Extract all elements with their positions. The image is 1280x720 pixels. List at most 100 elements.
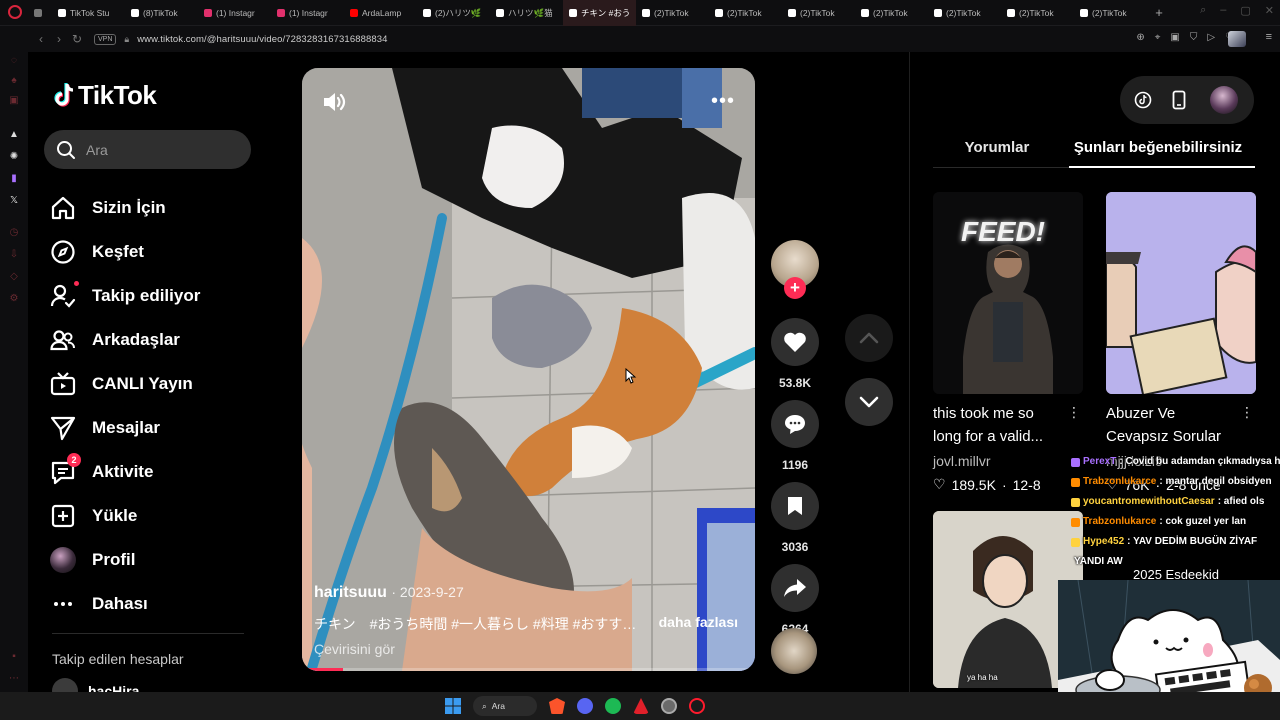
reload-button[interactable]: ↻ — [68, 32, 86, 46]
browser-tab[interactable]: ArdaLamp — [344, 0, 417, 26]
url-field[interactable]: www.tiktok.com/@haritsuuu/video/72832831… — [137, 34, 387, 45]
music-disc[interactable] — [771, 628, 817, 674]
sidebar-ai-icon[interactable]: ▲ — [7, 128, 21, 142]
nav-item-friends[interactable]: Arkadaşlar — [50, 318, 250, 362]
recommended-video-card[interactable]: FEED! this took me so long for a valid..… — [933, 192, 1083, 493]
browser-tab[interactable]: (2)TikTok — [928, 0, 1001, 26]
opera-logo-icon[interactable] — [8, 5, 22, 19]
browser-tab[interactable]: ハリツ🌿猫 — [490, 0, 563, 26]
lock-icon[interactable]: 🔒︎ — [124, 34, 129, 45]
video-thumbnail[interactable]: FEED! — [933, 192, 1083, 394]
like-button[interactable] — [771, 318, 819, 366]
browser-tab[interactable]: (1) Instagr — [271, 0, 344, 26]
volume-button[interactable] — [322, 90, 348, 119]
previous-video-button[interactable] — [845, 314, 893, 362]
see-translation-link[interactable]: Çevirisini gör — [314, 641, 744, 657]
video-player[interactable]: ••• haritsuuu · 2023-9-27 チキン #おうち時間 #一人… — [302, 68, 755, 671]
author-avatar[interactable]: + — [771, 240, 819, 299]
minimize-button[interactable]: – — [1220, 4, 1226, 17]
video-more-button[interactable]: ••• — [711, 90, 735, 113]
discord-icon[interactable] — [577, 698, 593, 714]
tiktok-main-nav: Sizin İçin Keşfet Takip ediliyor Arkadaş… — [50, 186, 250, 626]
video-progress-bar[interactable] — [302, 668, 755, 671]
browser-tab[interactable]: TikTok Stu — [52, 0, 125, 26]
forward-button[interactable]: › — [50, 32, 68, 46]
sidebar-history-icon[interactable]: ◷ — [7, 226, 21, 240]
sidebar-x-icon[interactable]: 𝕏 — [7, 194, 21, 208]
card-title[interactable]: this took me so long for a valid... — [933, 402, 1065, 448]
maximize-button[interactable]: ▢ — [1240, 4, 1250, 17]
sidebar-mail-icon[interactable]: ▣ — [7, 94, 21, 108]
video-thumbnail[interactable] — [1106, 192, 1256, 394]
browser-tab[interactable]: (2)TikTok — [782, 0, 855, 26]
app-triangle-icon[interactable] — [633, 698, 649, 714]
steam-icon[interactable] — [661, 698, 677, 714]
card-title[interactable]: Abuzer Ve Cevapsız Sorular — [1106, 402, 1238, 448]
browser-tab[interactable]: (2)TikTok — [709, 0, 782, 26]
nav-item-live[interactable]: CANLI Yayın — [50, 362, 250, 406]
snapshot-icon[interactable]: ▣ — [1170, 32, 1179, 43]
windows-start-icon[interactable] — [445, 698, 461, 714]
menu-icon[interactable]: ≡ — [1266, 31, 1272, 43]
nav-item-for-you[interactable]: Sizin İçin — [50, 186, 250, 230]
nav-item-upload[interactable]: Yükle — [50, 494, 250, 538]
browser-tab[interactable]: (2)TikTok — [1074, 0, 1147, 26]
taskbar-search[interactable]: ⌕ Ara — [473, 696, 537, 716]
follow-plus-button[interactable]: + — [784, 277, 806, 299]
new-tab-button[interactable]: + — [1151, 5, 1167, 21]
sidebar-settings-icon[interactable]: ⚙ — [7, 292, 21, 306]
nav-item-explore[interactable]: Keşfet — [50, 230, 250, 274]
tiktok-studio-icon[interactable] — [1132, 89, 1154, 111]
sidebar-chatgpt-icon[interactable]: ✺ — [7, 150, 21, 164]
card-author[interactable]: jovl.millvr — [933, 453, 1083, 469]
zoom-icon[interactable]: ⊕ — [1136, 32, 1144, 43]
browser-tab[interactable] — [30, 0, 52, 26]
search-input[interactable] — [86, 141, 226, 158]
tab-comments[interactable]: Yorumlar — [933, 128, 1061, 167]
browser-tab[interactable]: (1) Instagr — [198, 0, 271, 26]
browser-tab[interactable]: (2)TikTok — [855, 0, 928, 26]
card-more-icon[interactable]: ⋮ — [1067, 404, 1081, 421]
user-avatar[interactable] — [1210, 86, 1238, 114]
sidebar-twitch-icon[interactable]: ▮ — [7, 172, 21, 186]
browser-tab[interactable]: (2)TikTok — [636, 0, 709, 26]
share-button[interactable] — [771, 564, 819, 612]
recommended-video-card[interactable]: Abuzer Ve Cevapsız Sorular ⋮ mjjj.lolzi9… — [1106, 192, 1256, 493]
comment-button[interactable] — [771, 400, 819, 448]
sidebar-aria-icon[interactable]: ♠ — [7, 74, 21, 88]
nav-item-following[interactable]: Takip ediliyor — [50, 274, 250, 318]
sidebar-more-icon[interactable]: ⋯ — [7, 672, 21, 686]
search-box[interactable] — [44, 130, 251, 169]
nav-item-more[interactable]: Dahası — [50, 582, 250, 626]
close-window-button[interactable]: ✕ — [1265, 4, 1274, 17]
browser-tab[interactable]: (2)ハリツ🌿 — [417, 0, 490, 26]
browser-tab[interactable]: (8)TikTok — [125, 0, 198, 26]
pin-icon[interactable]: ⌖ — [1155, 32, 1161, 43]
shield-icon[interactable]: ⛉ — [1190, 32, 1198, 43]
nav-item-activity[interactable]: 2 Aktivite — [50, 450, 250, 494]
brave-icon[interactable] — [549, 698, 565, 714]
sidebar-pinboard-icon[interactable]: ◇ — [7, 270, 21, 284]
spotify-icon[interactable] — [605, 698, 621, 714]
tiktok-logo[interactable]: TikTok — [52, 80, 157, 111]
sidebar-downloads-icon[interactable]: ⇩ — [7, 248, 21, 262]
browser-tab[interactable]: チキン #おうち時 — [563, 0, 636, 26]
video-author[interactable]: haritsuuu — [314, 584, 387, 601]
see-more-link[interactable]: daha fazlası — [659, 614, 738, 634]
card-more-icon[interactable]: ⋮ — [1240, 404, 1254, 421]
tab-you-may-like[interactable]: Şunları beğenebilirsiniz — [1061, 128, 1255, 168]
opera-gx-icon[interactable] — [689, 698, 705, 714]
browser-tab[interactable]: (2)TikTok — [1001, 0, 1074, 26]
nav-item-profile[interactable]: Profil — [50, 538, 250, 582]
search-tabs-icon[interactable]: ⌕ — [1200, 4, 1206, 17]
back-button[interactable]: ‹ — [32, 32, 50, 46]
save-button[interactable] — [771, 482, 819, 530]
player-icon[interactable]: ▷ — [1207, 32, 1215, 43]
vpn-badge[interactable]: VPN — [94, 33, 117, 45]
profile-avatar[interactable] — [1228, 31, 1246, 47]
nav-item-messages[interactable]: Mesajlar — [50, 406, 250, 450]
get-app-icon[interactable] — [1168, 89, 1190, 111]
sidebar-vpn-icon[interactable]: ▪ — [7, 650, 21, 664]
sidebar-opera-icon[interactable]: ◌ — [7, 54, 21, 68]
next-video-button[interactable] — [845, 378, 893, 426]
